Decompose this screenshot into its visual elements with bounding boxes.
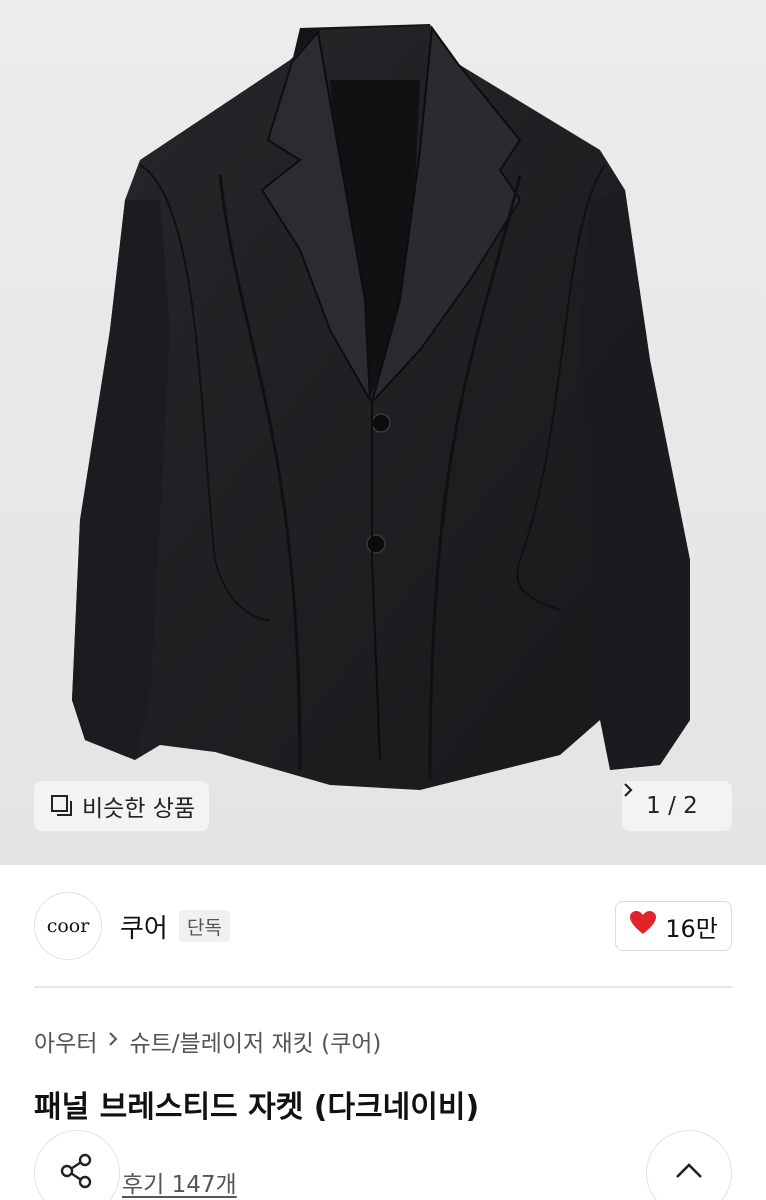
pager-text: 1 / 2 xyxy=(646,793,698,819)
breadcrumb-item-outer[interactable]: 아우터 xyxy=(34,1024,97,1058)
jacket-image xyxy=(0,0,766,865)
scroll-top-button[interactable] xyxy=(646,1130,732,1200)
heart-icon xyxy=(629,910,657,942)
share-button[interactable] xyxy=(34,1130,120,1200)
share-icon xyxy=(57,1151,97,1195)
like-count: 16만 xyxy=(665,914,718,943)
image-pager[interactable]: 1 / 2 xyxy=(622,781,732,831)
brand-row: coor 쿠어 단독 16만 xyxy=(34,892,732,960)
similar-products-button[interactable]: 비슷한 상품 xyxy=(34,781,210,831)
breadcrumb-item-category[interactable]: 슈트/블레이저 재킷 (쿠어) xyxy=(129,1024,381,1058)
divider xyxy=(34,986,732,988)
reviews-link[interactable]: 후기 147개 xyxy=(122,1165,237,1199)
product-image[interactable]: 비슷한 상품 1 / 2 xyxy=(0,0,766,865)
exclusive-badge: 단독 xyxy=(179,910,230,942)
chevron-right-icon xyxy=(107,1028,119,1054)
chevron-up-icon xyxy=(674,1161,704,1185)
similar-products-label: 비슷한 상품 xyxy=(82,796,196,822)
brand-logo-text: coor xyxy=(46,915,90,937)
brand-name[interactable]: 쿠어 xyxy=(120,908,168,945)
breadcrumb: 아우터 슈트/블레이저 재킷 (쿠어) xyxy=(34,1024,381,1058)
similar-items-icon xyxy=(50,794,74,818)
product-title: 패널 브레스티드 자켓 (다크네이비) xyxy=(34,1090,480,1125)
like-button[interactable]: 16만 xyxy=(615,901,732,951)
brand-logo[interactable]: coor xyxy=(34,892,102,960)
